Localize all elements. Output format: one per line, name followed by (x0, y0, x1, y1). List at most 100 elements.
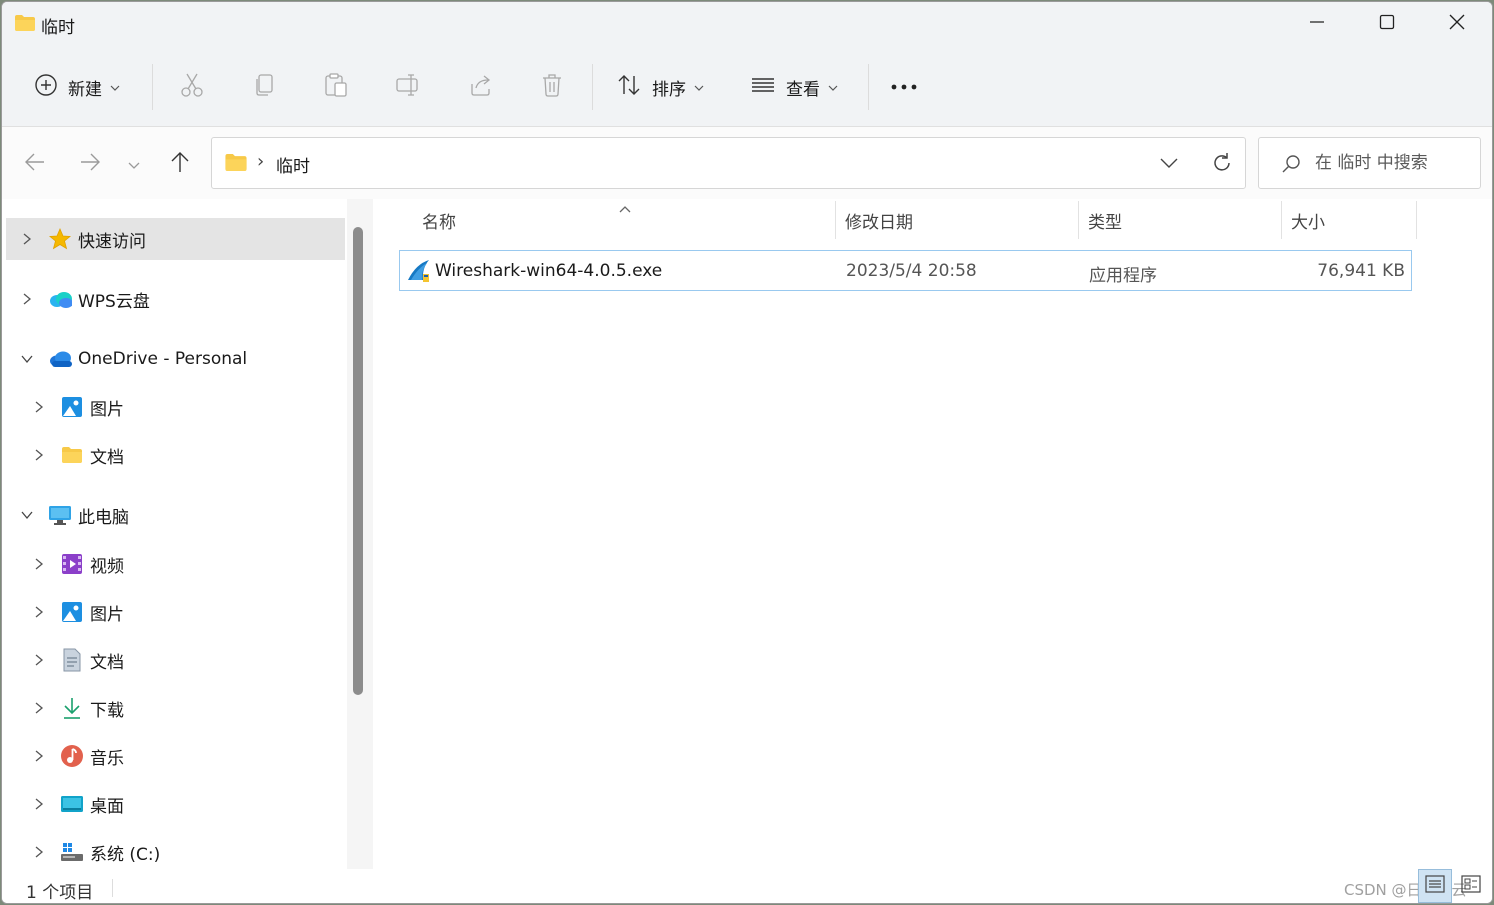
delete-button[interactable] (540, 68, 566, 106)
chevron-right-icon[interactable] (31, 604, 47, 620)
sidebar-item-quick-access[interactable]: 快速访问 (6, 218, 345, 260)
address-history-button[interactable] (1160, 154, 1178, 173)
maximize-button[interactable] (1352, 2, 1422, 46)
chevron-right-icon[interactable] (31, 447, 47, 463)
minimize-icon (1309, 14, 1325, 34)
column-header-name[interactable]: 名称 (422, 199, 456, 241)
recent-locations-button[interactable] (119, 149, 149, 179)
search-input[interactable] (1315, 150, 1475, 176)
toolbar-divider (152, 64, 153, 110)
folder-icon (224, 153, 248, 176)
sidebar-item-onedrive-pictures[interactable]: 图片 (6, 386, 345, 428)
status-bar: 1 个项目 CSDN @日星月云 (2, 869, 1492, 903)
details-view-button[interactable] (1418, 869, 1452, 903)
file-explorer-window: 临时 新建 排序 查看 › 临时 在 临时 中搜索 快速访问 WPS云盘 One… (1, 1, 1493, 904)
tiles-view-icon (1461, 875, 1481, 897)
column-divider[interactable] (1281, 201, 1282, 239)
column-divider[interactable] (1416, 201, 1417, 239)
sidebar-item-documents[interactable]: 文档 (6, 639, 345, 681)
folder-icon (14, 14, 36, 36)
download-icon (60, 696, 84, 720)
sidebar-item-label: 图片 (90, 399, 124, 420)
folder-icon (60, 443, 84, 467)
sidebar-item-music[interactable]: 音乐 (6, 735, 345, 777)
monitor-icon (48, 503, 72, 527)
search-box[interactable] (1258, 137, 1481, 189)
address-bar[interactable]: › 临时 (211, 137, 1246, 189)
view-button[interactable]: 查看 (750, 68, 838, 106)
sort-button[interactable]: 排序 (616, 68, 704, 106)
new-button[interactable]: 新建 (34, 68, 120, 106)
status-divider (112, 879, 113, 897)
chevron-down-icon[interactable] (19, 507, 35, 523)
chevron-right-icon[interactable] (31, 700, 47, 716)
column-divider[interactable] (1078, 201, 1079, 239)
chevron-down-icon (110, 77, 120, 97)
close-button[interactable] (1422, 2, 1492, 46)
back-button[interactable] (20, 149, 50, 179)
file-list-pane: 名称 修改日期 类型 大小 Wireshark-win64-4.0.5.exe … (373, 199, 1492, 869)
file-size: 76,941 KB (1317, 261, 1405, 281)
onedrive-icon (48, 347, 72, 371)
search-icon (1281, 154, 1301, 178)
desktop-icon (60, 792, 84, 816)
up-button[interactable] (165, 149, 195, 179)
sidebar-item-onedrive-documents[interactable]: 文档 (6, 434, 345, 476)
cut-button[interactable] (179, 68, 205, 106)
file-row[interactable]: Wireshark-win64-4.0.5.exe 2023/5/4 20:58… (399, 250, 1412, 291)
music-icon (60, 744, 84, 768)
sidebar-item-label: 图片 (90, 604, 124, 625)
chevron-right-icon[interactable] (31, 796, 47, 812)
sidebar-item-drive-c[interactable]: 系统 (C:) (6, 831, 345, 873)
sidebar-item-label: 此电脑 (78, 507, 129, 528)
chevron-down-icon[interactable] (19, 351, 35, 367)
sort-button-label: 排序 (652, 79, 686, 100)
breadcrumb-separator-icon: › (257, 151, 265, 172)
wireshark-icon (406, 258, 432, 289)
item-count: 1 个项目 (26, 883, 94, 903)
breadcrumb-current-folder[interactable]: 临时 (276, 152, 310, 177)
paste-button[interactable] (323, 68, 349, 106)
navigation-bar: › 临时 (2, 127, 1492, 199)
sidebar-item-pictures[interactable]: 图片 (6, 591, 345, 633)
column-header-type[interactable]: 类型 (1088, 199, 1122, 241)
refresh-icon[interactable] (1210, 151, 1234, 179)
sidebar-item-wps-cloud[interactable]: WPS云盘 (6, 278, 345, 320)
copy-button[interactable] (252, 68, 278, 106)
column-header-label: 修改日期 (845, 212, 913, 233)
document-icon (60, 648, 84, 672)
share-button[interactable] (468, 68, 494, 106)
sidebar-item-label: 文档 (90, 652, 124, 673)
chevron-right-icon[interactable] (31, 844, 47, 860)
minimize-button[interactable] (1282, 2, 1352, 46)
sidebar-item-desktop[interactable]: 桌面 (6, 783, 345, 825)
more-options-button[interactable] (890, 68, 918, 106)
sidebar-item-label: 系统 (C:) (90, 844, 161, 865)
sidebar-item-label: 音乐 (90, 748, 124, 769)
column-header-size[interactable]: 大小 (1291, 199, 1325, 241)
rename-icon (395, 72, 421, 103)
chevron-right-icon[interactable] (19, 231, 35, 247)
sidebar-item-this-pc[interactable]: 此电脑 (6, 494, 345, 536)
sidebar-scrollbar[interactable] (347, 199, 373, 869)
sidebar-item-downloads[interactable]: 下载 (6, 687, 345, 729)
chevron-down-icon (128, 155, 140, 174)
chevron-right-icon[interactable] (31, 556, 47, 572)
column-header-modified[interactable]: 修改日期 (845, 199, 913, 241)
chevron-right-icon[interactable] (31, 748, 47, 764)
column-divider[interactable] (835, 201, 836, 239)
chevron-right-icon[interactable] (31, 399, 47, 415)
forward-button[interactable] (75, 149, 105, 179)
sidebar-item-label: WPS云盘 (78, 291, 150, 312)
command-bar: 新建 排序 查看 (2, 46, 1492, 127)
toolbar-divider (868, 64, 869, 110)
file-type: 应用程序 (1089, 266, 1157, 286)
sidebar-scrollbar-thumb[interactable] (353, 227, 363, 695)
sidebar-item-videos[interactable]: 视频 (6, 543, 345, 585)
rename-button[interactable] (395, 68, 421, 106)
cut-icon (179, 72, 205, 103)
sidebar-item-onedrive[interactable]: OneDrive - Personal (6, 338, 345, 380)
chevron-right-icon[interactable] (31, 652, 47, 668)
tiles-view-button[interactable] (1454, 869, 1488, 903)
chevron-right-icon[interactable] (19, 291, 35, 307)
